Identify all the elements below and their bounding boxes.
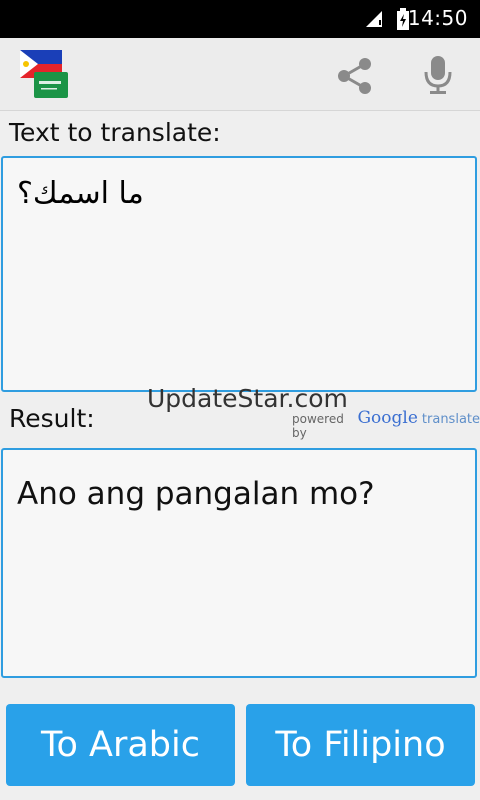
- result-text-value: Ano ang pangalan mo?: [17, 476, 375, 512]
- to-filipino-button[interactable]: To Filipino: [246, 704, 475, 786]
- share-button[interactable]: [334, 56, 374, 96]
- source-text-value: ما اسمك؟: [17, 176, 144, 211]
- status-time: 14:50: [407, 6, 468, 30]
- result-label: Result:: [9, 404, 95, 433]
- powered-by-suffix: translate: [421, 412, 480, 427]
- share-icon: [338, 58, 371, 94]
- to-arabic-button[interactable]: To Arabic: [6, 704, 235, 786]
- action-bar: [0, 38, 480, 111]
- status-icons: [364, 8, 410, 34]
- signal-icon: [364, 9, 384, 33]
- powered-by-google: powered by Google translate: [292, 408, 480, 440]
- result-text-box[interactable]: Ano ang pangalan mo?: [1, 448, 477, 678]
- status-bar: 14:50: [0, 0, 480, 38]
- source-text-input[interactable]: ما اسمك؟: [1, 156, 477, 392]
- mic-button[interactable]: [418, 54, 458, 96]
- powered-by-prefix: powered by: [292, 412, 344, 440]
- mic-icon: [424, 56, 452, 94]
- app-icon[interactable]: [16, 48, 70, 100]
- text-to-translate-label: Text to translate:: [9, 118, 221, 147]
- google-logo: Google: [357, 408, 418, 428]
- flag-saudi-icon: [34, 72, 68, 98]
